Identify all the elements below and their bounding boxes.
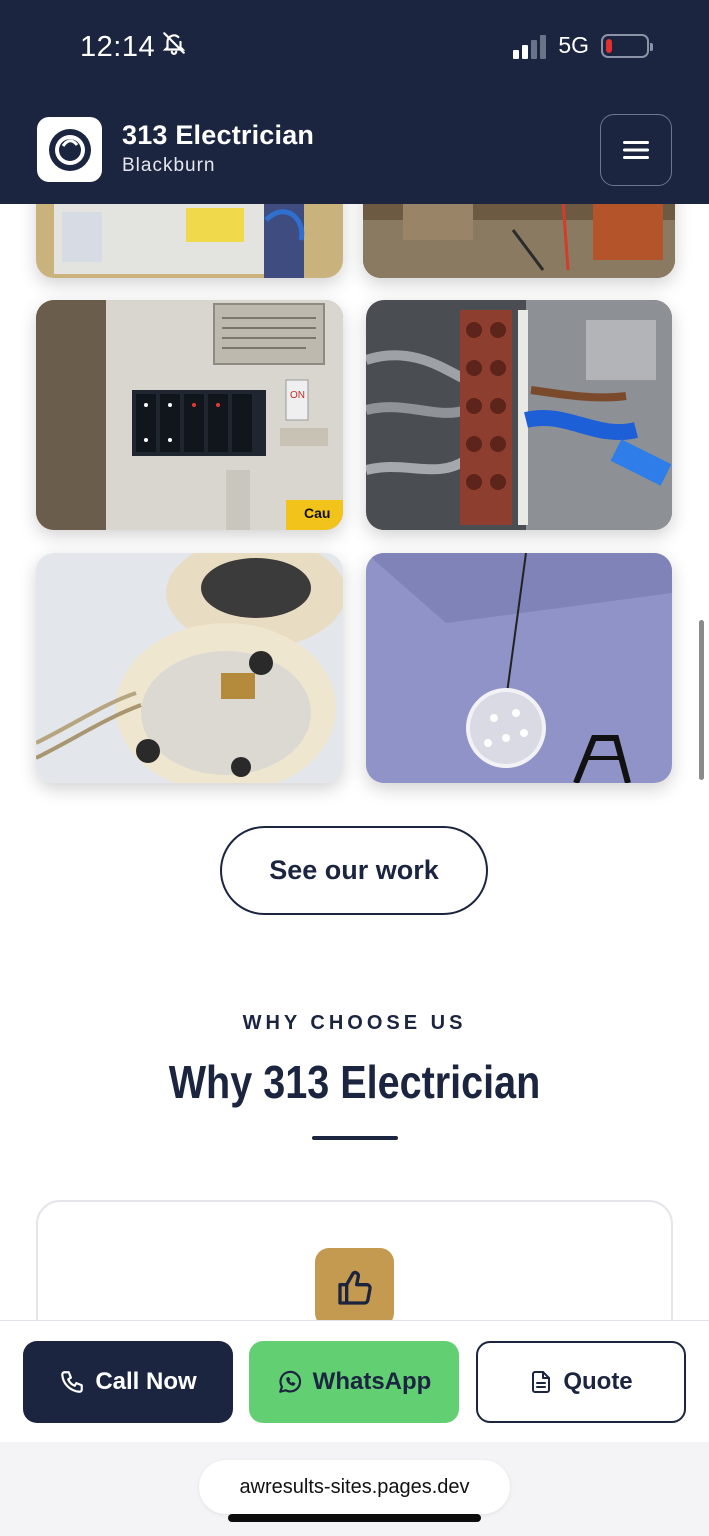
call-now-label: Call Now bbox=[95, 1368, 197, 1395]
site-logo[interactable] bbox=[37, 117, 102, 182]
whatsapp-button[interactable]: WhatsApp bbox=[249, 1341, 459, 1423]
whatsapp-label: WhatsApp bbox=[312, 1368, 432, 1395]
phone-icon bbox=[61, 1371, 84, 1393]
site-header: 12:14 5G 313 Electrician Blackburn bbox=[0, 0, 709, 204]
battery-icon bbox=[601, 33, 653, 58]
caution-label: Cau bbox=[304, 505, 330, 521]
call-now-button[interactable]: Call Now bbox=[23, 1341, 233, 1423]
scrollbar-thumb[interactable] bbox=[699, 620, 704, 780]
document-icon bbox=[532, 1371, 551, 1393]
quote-button[interactable]: Quote bbox=[476, 1341, 686, 1423]
section-title: Why 313 Electrician bbox=[168, 1056, 541, 1108]
status-time: 12:14 bbox=[80, 30, 187, 64]
gallery-image-terminal-block[interactable] bbox=[366, 300, 672, 530]
battery-level bbox=[606, 38, 612, 53]
network-label: 5G bbox=[558, 32, 589, 58]
browser-bottom-bar: awresults-sites.pages.dev bbox=[0, 1442, 709, 1536]
on-switch-label: ON bbox=[290, 390, 305, 401]
site-location: Blackburn bbox=[122, 155, 216, 176]
sticky-action-bar: Call Now WhatsApp Quote bbox=[0, 1320, 709, 1442]
gallery-image-ceiling-rose[interactable] bbox=[36, 553, 343, 783]
hamburger-menu-icon bbox=[623, 141, 649, 159]
whatsapp-icon bbox=[278, 1370, 301, 1393]
site-title[interactable]: 313 Electrician bbox=[122, 120, 314, 151]
status-indicators: 5G bbox=[513, 32, 653, 59]
thumbs-up-icon bbox=[337, 1270, 372, 1305]
gallery-image-fuse-board[interactable]: ON Cau bbox=[36, 300, 343, 530]
see-our-work-button[interactable]: See our work bbox=[220, 826, 488, 915]
url-bar[interactable]: awresults-sites.pages.dev bbox=[199, 1460, 510, 1514]
feature-icon-badge bbox=[315, 1248, 394, 1327]
status-time-text: 12:14 bbox=[80, 30, 156, 63]
title-underline bbox=[312, 1136, 398, 1140]
section-eyebrow: WHY CHOOSE US bbox=[242, 1012, 467, 1034]
menu-button[interactable] bbox=[600, 114, 672, 186]
bell-off-icon bbox=[161, 30, 187, 64]
quote-label: Quote bbox=[563, 1368, 633, 1395]
signal-icon bbox=[513, 33, 547, 59]
gallery-image-pendant-light[interactable] bbox=[366, 553, 672, 783]
home-indicator[interactable] bbox=[228, 1514, 481, 1522]
